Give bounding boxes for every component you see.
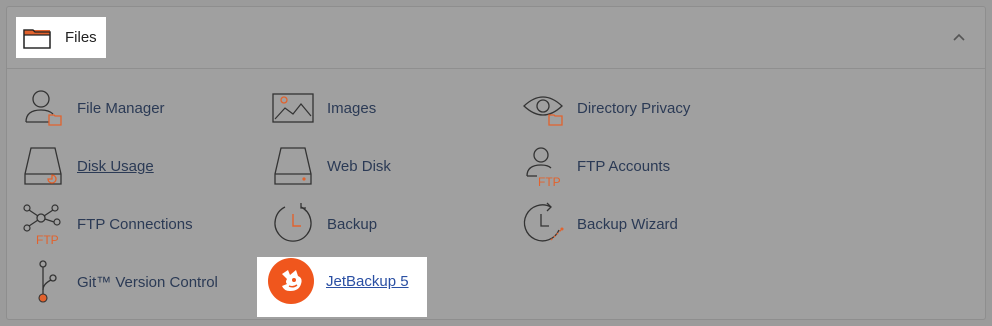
images-link[interactable]: Images (271, 85, 376, 131)
ftp-connections-link[interactable]: FTP FTP Connections (21, 201, 193, 247)
ftp-text: FTP (538, 175, 561, 188)
item-label: Directory Privacy (577, 99, 691, 117)
page: Files File Manager Images Directory Priv… (0, 0, 992, 326)
item-label: Disk Usage (77, 157, 154, 175)
files-panel: Files File Manager Images Directory Priv… (6, 6, 986, 320)
folder-icon (23, 28, 51, 49)
item-label: Images (327, 99, 377, 117)
file-manager-link[interactable]: File Manager (21, 85, 165, 131)
item-label: File Manager (77, 99, 165, 117)
git-icon (38, 260, 57, 303)
jetbackup-logo-icon (268, 258, 314, 304)
directory-privacy-link[interactable]: Directory Privacy (521, 85, 690, 131)
item-label: Web Disk (327, 157, 391, 175)
item-label: FTP Connections (77, 215, 193, 233)
panel-header[interactable]: Files (7, 7, 985, 69)
disk-usage-icon (24, 147, 62, 185)
item-label: FTP Accounts (577, 157, 671, 175)
item-label: JetBackup 5 (326, 272, 409, 290)
ftp-accounts-icon: FTP (526, 147, 561, 188)
ftp-accounts-link[interactable]: FTP FTP Accounts (521, 143, 670, 189)
backup-icon (274, 203, 312, 242)
file-manager-icon (25, 90, 62, 126)
item-label: Git™ Version Control (77, 273, 218, 291)
backup-wizard-icon (523, 202, 564, 242)
web-disk-icon (274, 147, 312, 185)
backup-wizard-link[interactable]: Backup Wizard (521, 201, 678, 247)
jetbackup-link[interactable]: JetBackup 5 (268, 258, 409, 304)
backup-link[interactable]: Backup (271, 201, 377, 247)
item-label: Backup (327, 215, 378, 233)
git-version-control-link[interactable]: Git™ Version Control (21, 259, 218, 305)
directory-privacy-icon (523, 96, 563, 126)
disk-usage-link[interactable]: Disk Usage (21, 143, 154, 189)
item-label: Backup Wizard (577, 215, 678, 233)
jetbackup-mascot-icon (282, 270, 302, 291)
web-disk-link[interactable]: Web Disk (271, 143, 391, 189)
section-title: Files (65, 29, 97, 46)
images-icon (272, 93, 314, 123)
chevron-up-icon[interactable] (951, 29, 967, 45)
ftp-connections-icon: FTP (23, 204, 61, 246)
header-highlight: Files (16, 17, 106, 58)
ftp-text: FTP (36, 233, 59, 246)
